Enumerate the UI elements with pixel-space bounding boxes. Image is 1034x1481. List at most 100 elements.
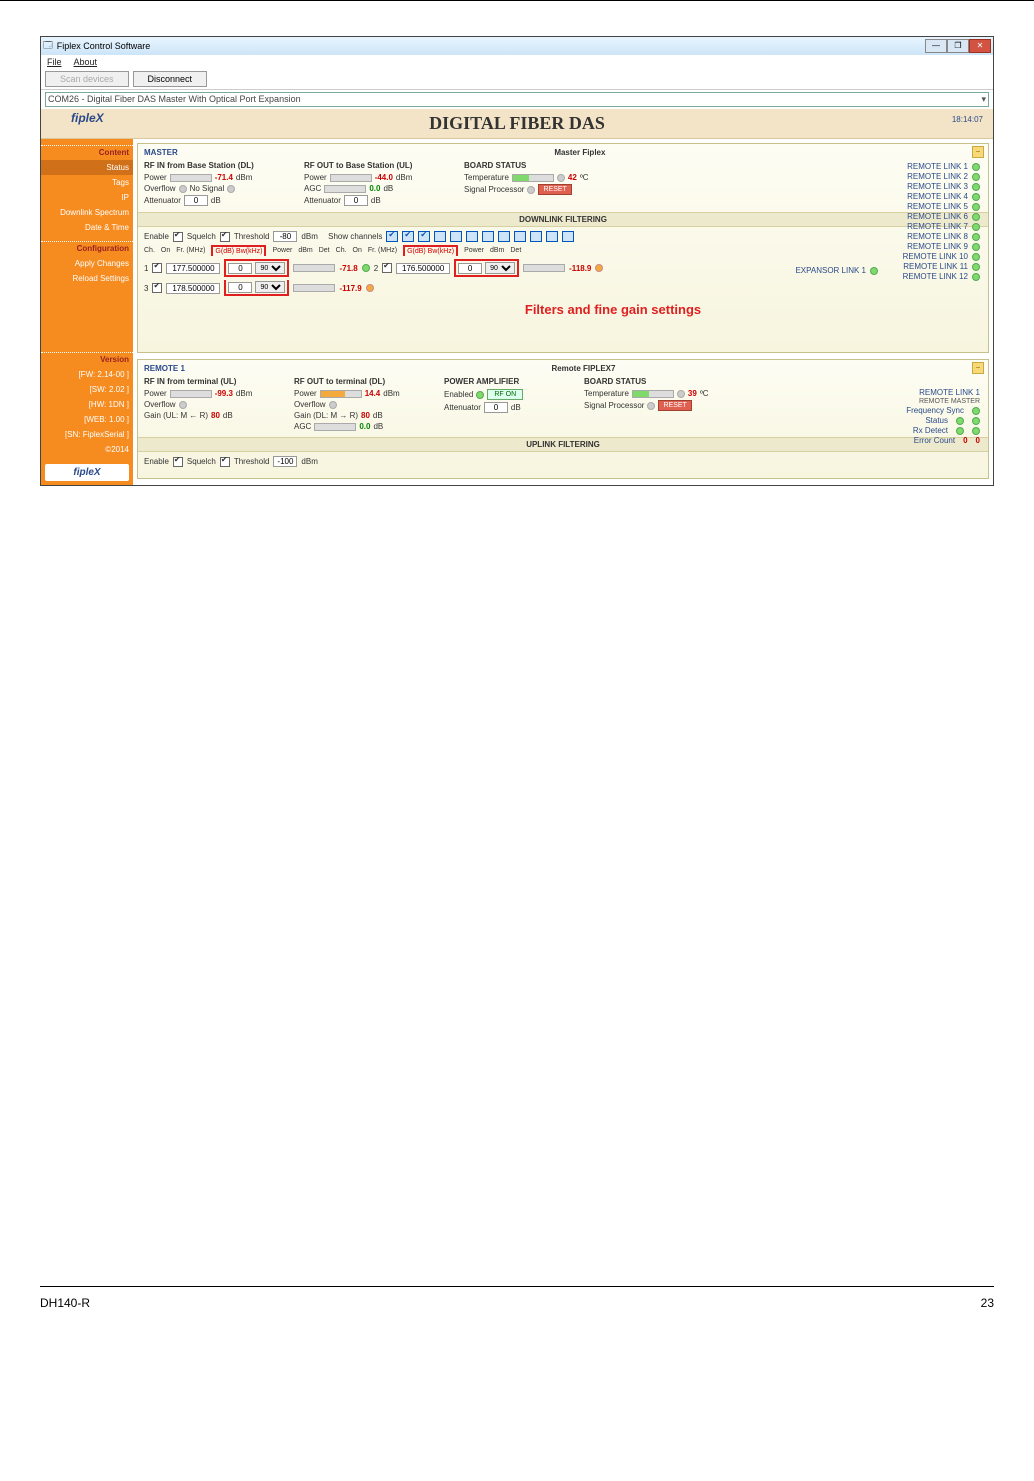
det-led-icon [362,264,370,272]
enable-checkbox[interactable] [173,232,183,242]
enable-checkbox[interactable] [173,457,183,467]
device-port-select[interactable]: COM26 - Digital Fiber DAS Master With Op… [45,92,989,107]
sidebar-status[interactable]: Status [41,160,133,175]
toolbar: Scan devices Disconnect [41,69,993,90]
ch-on-checkbox[interactable] [152,283,162,293]
channel-toggle[interactable] [482,231,494,242]
led-icon [972,253,980,261]
dbm-unit: dBm [301,232,317,241]
channel-toggle[interactable] [386,231,398,242]
menu-bar: File About [41,55,993,69]
col-det: Det [510,247,521,254]
sidebar-config[interactable]: Configuration [41,241,133,256]
status-label: Status [925,416,948,425]
remote-link[interactable]: REMOTE LINK 11 [903,262,980,271]
gain-input[interactable] [458,263,482,274]
remote-link[interactable]: REMOTE LINK 4 [903,192,980,201]
power-bar-icon [170,390,212,398]
sidebar-apply[interactable]: Apply Changes [41,256,133,271]
db-unit: dB [371,196,381,205]
sidebar-reload[interactable]: Reload Settings [41,271,133,286]
rfin-dl-header: RF IN from Base Station (DL) [144,161,294,170]
scan-devices-button[interactable]: Scan devices [45,71,129,87]
expansor-link-label: EXPANSOR LINK 1 [795,266,866,275]
remote-link[interactable]: REMOTE LINK 10 [903,252,980,261]
temp-bar-icon [512,174,554,182]
sidebar-version[interactable]: Version [41,352,133,367]
bw-select[interactable]: 90 [255,281,285,293]
channel-toggle[interactable] [514,231,526,242]
minimize-button[interactable]: — [925,39,947,53]
agc-label: AGC [294,422,311,431]
squelch-checkbox[interactable] [220,457,230,467]
collapse-icon[interactable]: − [972,146,984,158]
power-bar-icon [293,284,335,292]
remote-link[interactable]: REMOTE LINK 3 [903,182,980,191]
channel-toggle[interactable] [418,231,430,242]
remote-link[interactable]: REMOTE LINK 1 [903,162,980,171]
led-icon [972,173,980,181]
expansor-link[interactable]: EXPANSOR LINK 1 [795,266,878,275]
reset-button[interactable]: RESET [538,184,571,195]
channel-toggle[interactable] [402,231,414,242]
threshold-input[interactable] [273,456,297,467]
rf-on-button[interactable]: RF ON [487,389,523,400]
disconnect-button[interactable]: Disconnect [133,71,208,87]
signal-proc-label: Signal Processor [584,401,644,410]
attenuator-input[interactable] [184,195,208,206]
led-icon [557,174,565,182]
bw-select[interactable]: 90 [485,262,515,274]
remote-link-label: REMOTE LINK 5 [907,202,968,211]
channel-toggle[interactable] [530,231,542,242]
db-unit: dB [383,184,393,193]
menu-about[interactable]: About [74,57,98,67]
remote-link[interactable]: REMOTE LINK 6 [903,212,980,221]
channel-toggle[interactable] [450,231,462,242]
maximize-button[interactable]: ❐ [947,39,969,53]
menu-file[interactable]: File [47,57,62,67]
remote-link[interactable]: REMOTE LINK 7 [903,222,980,231]
copyright: ©2014 [41,442,133,457]
squelch-checkbox[interactable] [220,232,230,242]
freq-input[interactable] [166,263,220,274]
enable-label: Enable [144,232,169,241]
attenuator-input[interactable] [484,402,508,413]
gain-input[interactable] [228,263,252,274]
gain-input[interactable] [228,282,252,293]
sidebar-content[interactable]: Content [41,145,133,160]
channel-toggle[interactable] [546,231,558,242]
threshold-input[interactable] [273,231,297,242]
deg-unit: ºC [580,173,589,182]
channel-toggle[interactable] [434,231,446,242]
ch-on-checkbox[interactable] [382,263,392,273]
remote-link[interactable]: REMOTE LINK 9 [903,242,980,251]
sidebar-datetime[interactable]: Date & Time [41,220,133,235]
led-icon [972,417,980,425]
reset-button[interactable]: RESET [658,400,691,411]
led-icon [329,401,337,409]
freq-input[interactable] [166,283,220,294]
remote-link[interactable]: REMOTE LINK 8 [903,232,980,241]
channel-toggle[interactable] [562,231,574,242]
remote-link[interactable]: REMOTE LINK 5 [903,202,980,211]
remote-link[interactable]: REMOTE LINK 2 [903,172,980,181]
remote-link[interactable]: REMOTE LINK 12 [903,272,980,281]
channel-toggle[interactable] [498,231,510,242]
sidebar-ip[interactable]: IP [41,190,133,205]
col-dbm: dBm [490,247,504,254]
channel-toggle[interactable] [466,231,478,242]
sidebar-tags[interactable]: Tags [41,175,133,190]
rfin-power-val: -71.4 [215,173,233,182]
remote-link-label[interactable]: REMOTE LINK 1 [919,388,980,397]
sidebar-spectrum[interactable]: Downlink Spectrum [41,205,133,220]
collapse-icon[interactable]: − [972,362,984,374]
bw-select[interactable]: 90 [255,262,285,274]
led-icon [972,427,980,435]
ch-on-checkbox[interactable] [152,263,162,273]
freq-input[interactable] [396,263,450,274]
signal-proc-label: Signal Processor [464,185,524,194]
attenuator-input[interactable] [344,195,368,206]
error-count-val: 0 [963,436,967,445]
close-button[interactable]: ✕ [969,39,991,53]
power-bar-icon [170,174,212,182]
